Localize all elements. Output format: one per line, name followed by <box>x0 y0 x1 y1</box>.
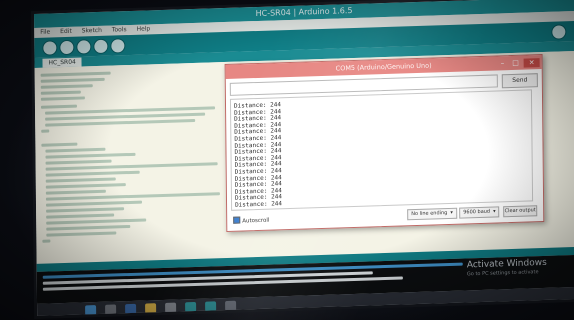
baud-rate-select[interactable]: 9600 baud <box>459 206 500 219</box>
code-line <box>41 129 50 133</box>
code-line <box>46 231 117 237</box>
taskbar-app-icon[interactable] <box>225 300 237 312</box>
arduino-icon[interactable] <box>185 301 197 313</box>
code-line <box>45 159 112 165</box>
start-icon[interactable] <box>85 305 97 316</box>
code-line <box>45 118 196 127</box>
menu-tools[interactable]: Tools <box>112 26 127 33</box>
checkbox-icon <box>233 216 241 224</box>
menu-file[interactable]: File <box>40 28 50 35</box>
code-line <box>40 104 77 109</box>
serial-output-line: Distance: 244 <box>235 200 283 209</box>
code-line <box>45 189 106 195</box>
code-line <box>45 177 116 183</box>
photo: HC-SR04 | Arduino 1.6.5 File Edit Sketch… <box>0 0 574 320</box>
code-line <box>45 152 136 159</box>
code-line <box>46 213 115 219</box>
taskbar-app-icon[interactable] <box>165 302 177 313</box>
monitor-screen: HC-SR04 | Arduino 1.6.5 File Edit Sketch… <box>34 0 574 316</box>
minimize-icon[interactable]: – <box>497 59 507 68</box>
autoscroll-checkbox[interactable]: Autoscroll <box>233 216 269 225</box>
close-icon[interactable]: × <box>523 58 540 68</box>
window-controls: – □ × <box>496 55 540 68</box>
activate-windows-watermark: Activate Windows Go to PC settings to ac… <box>467 258 547 278</box>
upload-button[interactable] <box>59 39 75 56</box>
maximize-icon[interactable]: □ <box>511 59 521 68</box>
code-line <box>40 77 105 83</box>
code-line <box>45 170 140 177</box>
clear-output-button[interactable]: Clear output <box>503 205 538 218</box>
arduino-icon[interactable] <box>205 301 217 312</box>
autoscroll-label: Autoscroll <box>242 217 270 225</box>
serial-monitor-button[interactable] <box>551 24 567 40</box>
menu-help[interactable]: Help <box>137 25 151 32</box>
verify-button[interactable] <box>42 40 58 56</box>
code-line <box>42 239 51 243</box>
serial-monitor-title-text: COM5 (Arduino/Genuino Uno) <box>335 61 432 73</box>
save-button[interactable] <box>110 38 126 54</box>
serial-monitor-window: COM5 (Arduino/Genuino Uno) – □ × Send Di… <box>224 54 545 232</box>
code-line <box>45 200 143 207</box>
code-line <box>40 71 111 77</box>
code-line <box>45 147 106 153</box>
taskbar-app-icon[interactable] <box>125 303 137 315</box>
menu-sketch[interactable]: Sketch <box>82 27 102 35</box>
code-line <box>45 183 126 189</box>
new-button[interactable] <box>76 39 92 55</box>
code-line <box>40 90 81 95</box>
line-ending-select[interactable]: No line ending <box>407 207 457 221</box>
code-line <box>40 84 93 89</box>
code-line <box>40 96 85 101</box>
serial-output-area[interactable]: Distance: 244 Distance: 244 Distance: 244 D… <box>229 89 534 211</box>
code-line <box>46 218 147 225</box>
folder-icon[interactable] <box>145 303 157 314</box>
code-line <box>46 207 125 213</box>
menu-edit[interactable]: Edit <box>60 28 72 35</box>
code-line <box>46 224 131 231</box>
open-button[interactable] <box>93 38 109 55</box>
taskbar-app-icon[interactable] <box>105 304 117 315</box>
send-button[interactable]: Send <box>501 73 538 89</box>
code-line <box>41 142 78 147</box>
